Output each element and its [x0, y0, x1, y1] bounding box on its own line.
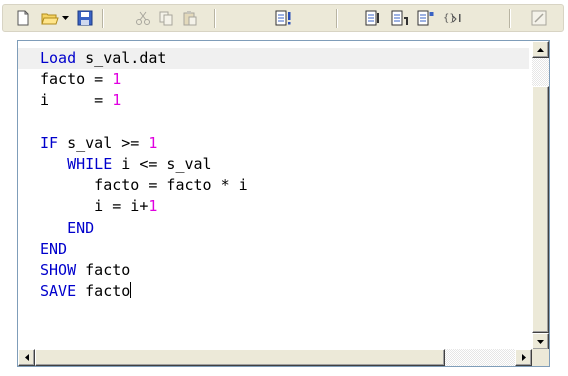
save-button[interactable]	[75, 8, 95, 28]
code-line[interactable]: i = i+1	[18, 196, 529, 217]
code-line[interactable]: Load s_val.dat	[18, 48, 529, 70]
right-arrow-icon	[521, 354, 526, 361]
scroll-right-button[interactable]	[515, 349, 532, 366]
cut-button[interactable]	[133, 8, 153, 28]
code-line[interactable]: facto = 1	[18, 69, 529, 90]
step-over-icon	[391, 10, 408, 26]
scroll-down-button[interactable]	[532, 333, 549, 350]
keyword-token: END	[67, 218, 95, 237]
copy-icon	[159, 11, 173, 26]
script-editor[interactable]: Load s_val.dat facto = 1i = 1 IF s_val >= …	[17, 40, 550, 367]
horizontal-scroll-thumb[interactable]	[35, 349, 445, 366]
code-token: i =	[40, 91, 113, 110]
step-into-button[interactable]	[415, 8, 437, 28]
code-line[interactable]: SHOW facto	[18, 260, 529, 281]
number-token: 1	[112, 70, 122, 89]
vertical-scrollbar[interactable]	[532, 41, 549, 350]
up-arrow-icon	[537, 47, 544, 52]
copy-button[interactable]	[156, 8, 176, 28]
open-dropdown-arrow-icon	[62, 16, 69, 20]
keyword-token: END	[40, 239, 68, 258]
keyword-token: Load	[40, 49, 77, 67]
toolbar-separator	[509, 9, 510, 28]
paste-icon	[183, 11, 197, 26]
cut-icon	[136, 11, 150, 25]
code-line[interactable]: facto = facto * i	[18, 175, 529, 196]
code-line[interactable]: END	[18, 218, 529, 239]
code-area[interactable]: Load s_val.dat facto = 1i = 1 IF s_val >= …	[18, 48, 529, 342]
code-token: s_val >=	[58, 133, 149, 152]
toolbar-separator	[336, 9, 337, 28]
code-line[interactable]	[18, 112, 529, 133]
number-token: 1	[148, 133, 158, 152]
code-token: i <= s_val	[112, 154, 212, 173]
open-folder-icon	[41, 13, 59, 25]
keyword-token: IF	[40, 133, 59, 152]
toolbar-separator	[102, 9, 103, 28]
new-file-button[interactable]	[13, 8, 33, 28]
save-disk-icon	[77, 10, 93, 26]
edit-icon	[531, 10, 547, 26]
code-line[interactable]: END	[18, 239, 529, 260]
svg-text:{}: {}	[443, 13, 456, 24]
step-over-button[interactable]	[389, 8, 411, 28]
scrollbar-corner	[532, 349, 549, 366]
run-script-button[interactable]	[273, 8, 295, 28]
code-token: facto =	[40, 70, 113, 89]
code-line[interactable]: i = 1	[18, 90, 529, 111]
keyword-token: SAVE	[40, 282, 77, 301]
paste-button[interactable]	[180, 8, 200, 28]
number-token: 1	[148, 197, 158, 216]
scroll-up-button[interactable]	[532, 41, 549, 58]
open-button[interactable]	[39, 8, 61, 28]
vertical-scroll-thumb[interactable]	[532, 86, 549, 333]
step-button[interactable]	[363, 8, 385, 28]
step-into-icon	[417, 10, 434, 26]
open-dropdown-button[interactable]	[61, 8, 71, 28]
new-file-icon	[17, 10, 29, 26]
variables-icon: {}	[443, 13, 461, 24]
keyword-token: SHOW	[40, 260, 77, 279]
down-arrow-icon	[537, 339, 544, 344]
code-token: facto	[76, 282, 131, 301]
keyword-token: WHILE	[67, 154, 113, 173]
toolbar-separator	[214, 9, 215, 28]
scroll-left-button[interactable]	[18, 349, 35, 366]
code-line[interactable]: IF s_val >= 1	[18, 133, 529, 154]
code-line[interactable]: WHILE i <= s_val	[18, 154, 529, 175]
edit-button[interactable]	[529, 8, 549, 28]
run-script-icon	[275, 10, 291, 26]
step-icon	[365, 10, 379, 26]
left-arrow-icon	[24, 354, 29, 361]
code-token: s_val.dat	[76, 49, 167, 67]
text-caret	[130, 282, 132, 299]
number-token: 1	[112, 91, 122, 110]
code-line[interactable]: SAVE facto	[18, 281, 529, 302]
variables-button[interactable]: {}	[442, 8, 464, 28]
code-token: facto	[76, 260, 131, 279]
horizontal-scrollbar[interactable]	[18, 349, 532, 366]
code-token: i = i+	[40, 197, 149, 216]
code-token: facto = facto * i	[40, 176, 248, 195]
toolbar: {}	[2, 4, 564, 32]
